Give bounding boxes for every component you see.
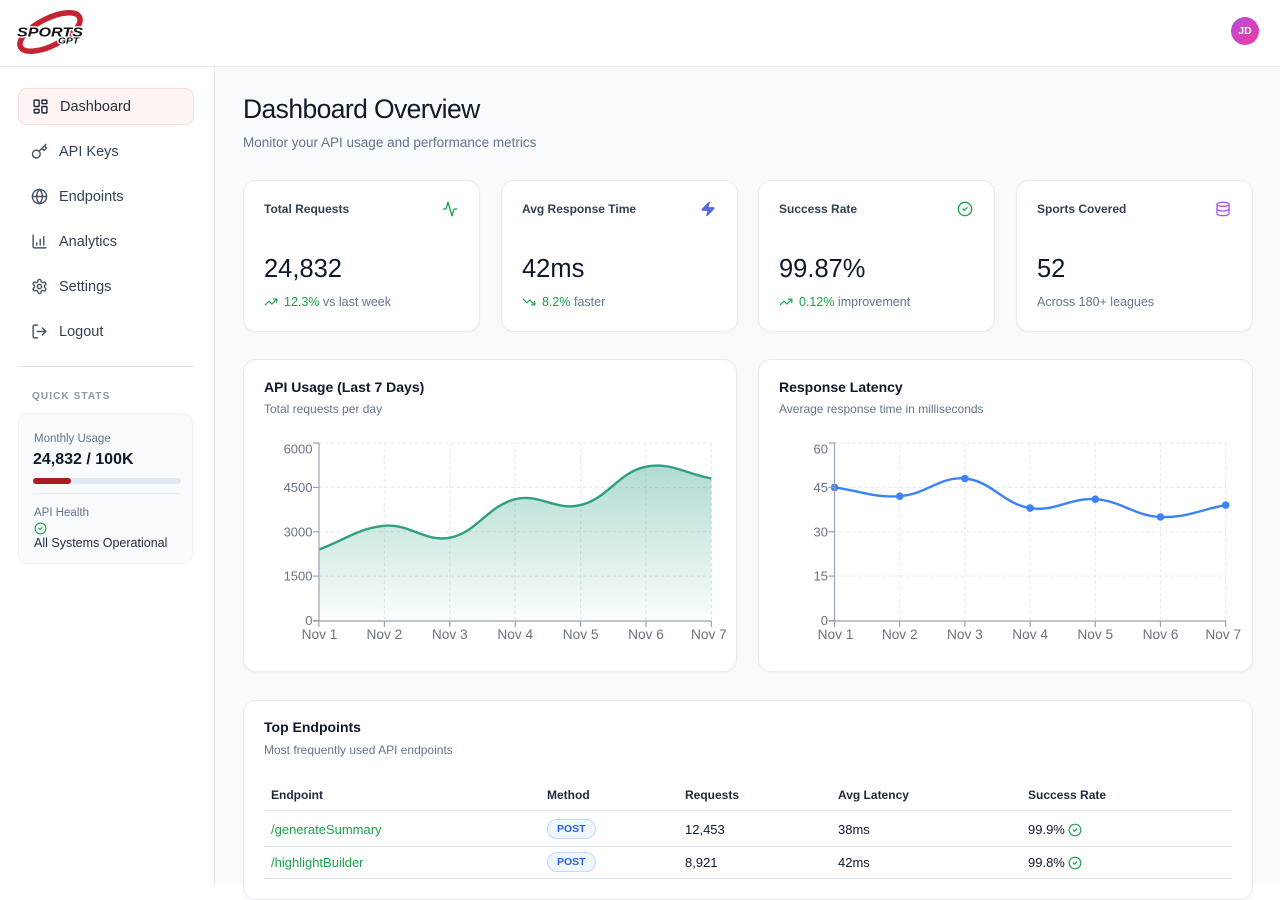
svg-text:Nov 2: Nov 2 (882, 627, 918, 642)
svg-text:Nov 4: Nov 4 (1012, 627, 1048, 642)
svg-text:Nov 2: Nov 2 (367, 627, 403, 642)
svg-text:0: 0 (305, 613, 312, 628)
svg-text:Nov 7: Nov 7 (1205, 627, 1241, 642)
svg-text:Nov 1: Nov 1 (818, 627, 854, 642)
svg-text:Nov 4: Nov 4 (497, 627, 533, 642)
svg-text:Nov 3: Nov 3 (947, 627, 983, 642)
svg-text:1500: 1500 (284, 569, 313, 584)
svg-text:Nov 6: Nov 6 (1143, 627, 1179, 642)
svg-text:GPT: GPT (58, 36, 80, 45)
svg-text:3000: 3000 (284, 524, 313, 539)
svg-text:Nov 3: Nov 3 (432, 627, 468, 642)
svg-text:Nov 7: Nov 7 (691, 627, 727, 642)
svg-text:Nov 5: Nov 5 (563, 627, 599, 642)
svg-text:4500: 4500 (284, 480, 313, 495)
svg-text:6000: 6000 (284, 441, 313, 456)
svg-text:45: 45 (814, 480, 828, 495)
svg-text:Nov 1: Nov 1 (302, 627, 338, 642)
svg-text:15: 15 (814, 569, 828, 584)
svg-text:Nov 5: Nov 5 (1077, 627, 1113, 642)
svg-text:60: 60 (814, 441, 828, 456)
svg-text:30: 30 (814, 524, 828, 539)
svg-text:Nov 6: Nov 6 (628, 627, 664, 642)
svg-text:0: 0 (821, 613, 828, 628)
